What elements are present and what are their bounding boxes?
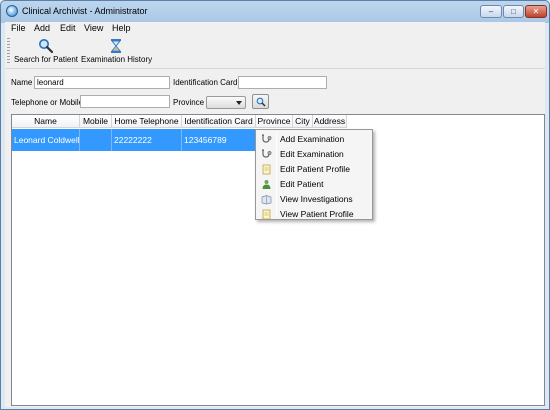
cell-identification-card[interactable]: 123456789 <box>182 129 256 151</box>
context-menu-label: View Investigations <box>280 194 353 204</box>
name-input[interactable]: leonard <box>34 76 170 89</box>
context-menu-label: View Patient Profile <box>280 209 354 219</box>
menu-help[interactable]: Help <box>112 23 131 33</box>
search-for-patient-label: Search for Patient <box>13 55 79 64</box>
search-for-patient-button[interactable]: Search for Patient <box>13 37 79 67</box>
app-icon <box>6 5 18 17</box>
table-header: Name Mobile Home Telephone Identificatio… <box>12 115 544 129</box>
context-menu-add-examination[interactable]: Add Examination <box>258 132 370 147</box>
window-title: Clinical Archivist - Administrator <box>22 6 148 16</box>
menu-edit[interactable]: Edit <box>60 23 76 33</box>
context-menu-edit-patient-profile[interactable]: Edit Patient Profile <box>258 162 370 177</box>
column-header-city[interactable]: City <box>293 115 313 128</box>
book-icon <box>261 195 272 205</box>
cell-name[interactable]: Leonard Coldwell <box>12 129 80 151</box>
search-button[interactable] <box>252 94 269 109</box>
province-label: Province <box>173 98 205 107</box>
column-header-name[interactable]: Name <box>12 115 80 128</box>
close-button[interactable]: ✕ <box>525 5 547 18</box>
column-header-home-telephone[interactable]: Home Telephone <box>112 115 182 128</box>
context-menu-label: Add Examination <box>280 134 345 144</box>
document-icon <box>262 209 271 220</box>
document-icon <box>262 164 271 175</box>
toolbar-grip[interactable] <box>7 38 10 65</box>
magnifier-icon <box>39 39 54 54</box>
chevron-down-icon <box>236 101 242 105</box>
examination-history-label: Examination History <box>81 55 153 64</box>
context-menu-label: Edit Examination <box>280 149 344 159</box>
hourglass-icon <box>110 39 122 53</box>
context-menu-edit-examination[interactable]: Edit Examination <box>258 147 370 162</box>
column-header-province[interactable]: Province <box>256 115 293 128</box>
menu-file[interactable]: File <box>11 23 26 33</box>
context-menu-view-investigations[interactable]: View Investigations <box>258 192 370 207</box>
identification-card-label: Identification Card <box>173 78 238 87</box>
stethoscope-icon <box>262 134 272 143</box>
context-menu: Add Examination Edit Examination Edit Pa… <box>255 129 373 220</box>
cell-mobile[interactable] <box>80 129 112 151</box>
context-menu-view-patient-profile[interactable]: View Patient Profile <box>258 207 370 222</box>
context-menu-edit-patient[interactable]: Edit Patient <box>258 177 370 192</box>
examination-history-button[interactable]: Examination History <box>81 37 153 67</box>
context-menu-label: Edit Patient Profile <box>280 164 350 174</box>
identification-card-input[interactable] <box>238 76 327 89</box>
telephone-input[interactable] <box>80 95 170 108</box>
province-dropdown[interactable] <box>206 96 246 109</box>
search-icon <box>256 97 266 107</box>
maximize-button[interactable]: □ <box>503 5 524 18</box>
column-header-address[interactable]: Address <box>313 115 347 128</box>
title-bar[interactable]: Clinical Archivist - Administrator – □ ✕ <box>1 1 549 22</box>
telephone-label: Telephone or Mobile <box>11 98 84 107</box>
toolbar: Search for Patient Examination History <box>5 35 545 69</box>
menu-bar: File Add Edit View Help <box>5 22 545 35</box>
minimize-button[interactable]: – <box>480 5 502 18</box>
column-header-identification-card[interactable]: Identification Card <box>182 115 256 128</box>
name-label: Name <box>11 78 33 87</box>
menu-view[interactable]: View <box>84 23 103 33</box>
column-header-mobile[interactable]: Mobile <box>80 115 112 128</box>
menu-add[interactable]: Add <box>34 23 50 33</box>
cell-home-telephone[interactable]: 22222222 <box>112 129 182 151</box>
context-menu-label: Edit Patient <box>280 179 324 189</box>
person-icon <box>262 180 271 189</box>
application-window: Clinical Archivist - Administrator – □ ✕… <box>0 0 550 410</box>
stethoscope-icon <box>262 149 272 158</box>
